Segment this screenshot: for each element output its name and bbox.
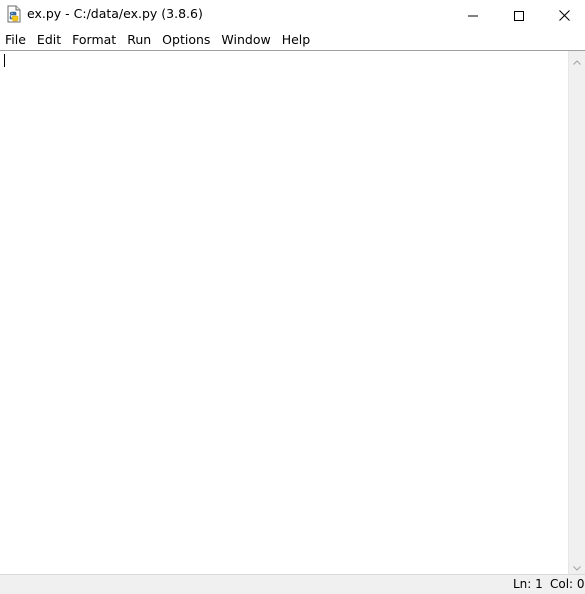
- menu-format[interactable]: Format: [67, 30, 122, 50]
- code-editor[interactable]: [0, 51, 568, 573]
- scroll-down-button[interactable]: [569, 557, 585, 574]
- window-title: ex.py - C:/data/ex.py (3.8.6): [27, 6, 203, 21]
- editor-frame: [0, 50, 585, 574]
- chevron-down-icon: [573, 556, 581, 575]
- python-file-icon: [5, 5, 23, 23]
- close-button[interactable]: [541, 0, 585, 30]
- status-column-number: Col: 0: [550, 577, 585, 591]
- text-caret: [4, 54, 5, 67]
- minimize-icon: [468, 6, 478, 25]
- menu-options[interactable]: Options: [157, 30, 216, 50]
- menu-bar: File Edit Format Run Options Window Help: [0, 30, 585, 50]
- chevron-up-icon: [573, 50, 581, 69]
- title-bar[interactable]: ex.py - C:/data/ex.py (3.8.6): [0, 0, 585, 30]
- menu-file[interactable]: File: [0, 30, 32, 50]
- menu-window[interactable]: Window: [216, 30, 276, 50]
- scroll-up-button[interactable]: [569, 51, 585, 68]
- status-bar: Ln: 1 Col: 0: [0, 574, 585, 594]
- vertical-scrollbar[interactable]: [568, 51, 585, 574]
- menu-help[interactable]: Help: [277, 30, 317, 50]
- status-line-number: Ln: 1: [513, 577, 543, 591]
- close-icon: [558, 6, 570, 25]
- menu-run[interactable]: Run: [122, 30, 157, 50]
- maximize-button[interactable]: [496, 0, 542, 30]
- maximize-icon: [514, 6, 524, 25]
- menu-edit[interactable]: Edit: [32, 30, 67, 50]
- idle-editor-window: ex.py - C:/data/ex.py (3.8.6) File Edit …: [0, 0, 585, 594]
- minimize-button[interactable]: [450, 0, 496, 30]
